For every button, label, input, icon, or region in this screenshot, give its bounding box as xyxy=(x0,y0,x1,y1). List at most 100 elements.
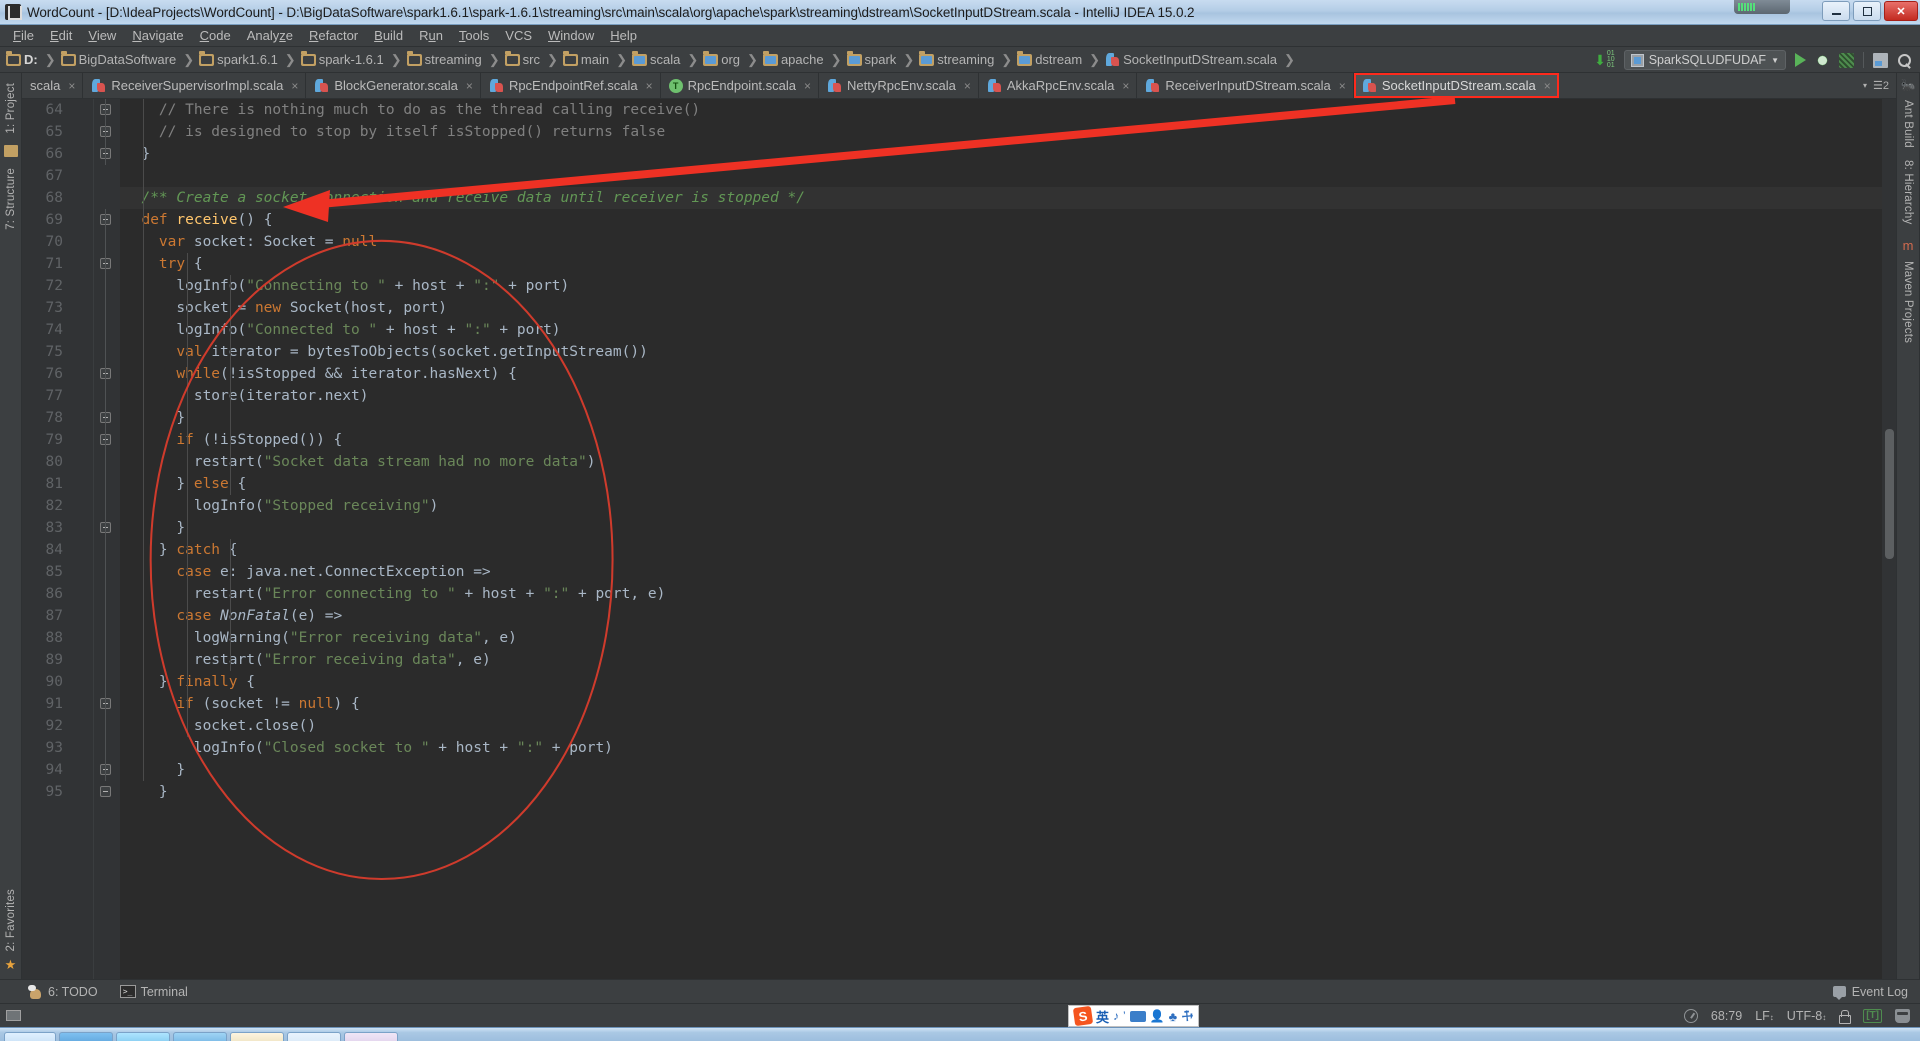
breadcrumb-item-bigdatasoftware[interactable]: BigDataSoftware ❯ xyxy=(60,50,199,68)
tool-window-bottom-bar[interactable]: 6: TODO >_ Terminal Event Log xyxy=(0,979,1920,1003)
fold-toggle-icon[interactable] xyxy=(100,786,111,797)
breadcrumb-item-socketinputdstream-scala[interactable]: SocketInputDStream.scala ❯ xyxy=(1105,52,1300,68)
menu-item-run[interactable]: Run xyxy=(411,26,451,45)
menu-item-code[interactable]: Code xyxy=(192,26,239,45)
search-everywhere-icon[interactable] xyxy=(1897,53,1912,68)
taskbar-item-1[interactable] xyxy=(59,1031,113,1041)
project-panel-icon[interactable] xyxy=(3,144,18,157)
tool-window-todo[interactable]: 6: TODO xyxy=(28,984,98,999)
ant-build-icon[interactable]: 🐜 xyxy=(1901,78,1916,92)
code-line[interactable]: store(iterator.next) xyxy=(120,385,1882,407)
code-line[interactable]: } finally { xyxy=(120,671,1882,693)
breadcrumb-item-spark1-6-1[interactable]: spark1.6.1 ❯ xyxy=(199,50,301,68)
taskbar-item-6[interactable] xyxy=(344,1031,398,1041)
editor-scrollbar-thumb[interactable] xyxy=(1885,429,1894,559)
code-text-area[interactable]: // There is nothing much to do as the th… xyxy=(120,99,1882,979)
taskbar-item-4[interactable] xyxy=(230,1031,284,1041)
close-icon[interactable]: × xyxy=(291,79,298,93)
close-icon[interactable]: × xyxy=(1122,79,1129,93)
debug-icon[interactable] xyxy=(1815,52,1830,68)
taskbar-item-2[interactable] xyxy=(116,1031,170,1041)
breadcrumb-item-dstream[interactable]: dstream ❯ xyxy=(1017,50,1105,68)
ime-mode-label[interactable]: 英 xyxy=(1096,1007,1109,1026)
attach-profiler-icon[interactable] xyxy=(1873,52,1888,68)
code-line[interactable]: restart("Error receiving data", e) xyxy=(120,649,1882,671)
close-icon[interactable]: × xyxy=(1544,79,1551,93)
breadcrumb-item-apache[interactable]: apache ❯ xyxy=(762,50,847,68)
close-icon[interactable]: × xyxy=(964,79,971,93)
close-icon[interactable]: × xyxy=(466,79,473,93)
status-bar-right[interactable]: 68:79 LF↕ UTF-8↕ [T] xyxy=(1683,1008,1920,1024)
status-bar[interactable]: S 英 ♪ ’ 👤 ♣ ⚒ 68:79 LF↕ UTF-8↕ [T] xyxy=(0,1003,1920,1027)
close-button[interactable]: ✕ xyxy=(1884,1,1918,21)
editor-tab-akkarpcenv-scala[interactable]: AkkaRpcEnv.scala × xyxy=(978,73,1138,98)
breadcrumb-item-scala[interactable]: scala ❯ xyxy=(631,50,703,68)
code-line[interactable]: restart("Error connecting to " + host + … xyxy=(120,583,1882,605)
code-line[interactable]: if (socket != null) { xyxy=(120,693,1882,715)
main-toolbar[interactable]: ⬇ 01 10 01 SparkSQLUDFUDAF ▼ xyxy=(1594,47,1912,73)
code-line[interactable]: } else { xyxy=(120,473,1882,495)
ime-toolbar[interactable]: S 英 ♪ ’ 👤 ♣ ⚒ xyxy=(1068,1005,1199,1027)
code-line[interactable]: logInfo("Stopped receiving") xyxy=(120,495,1882,517)
close-icon[interactable]: × xyxy=(68,79,75,93)
editor-tab-socketinputdstream-scala[interactable]: SocketInputDStream.scala × xyxy=(1353,73,1559,98)
translation-plugin-icon[interactable]: [T] xyxy=(1863,1008,1882,1023)
editor-tab-scala[interactable]: scala × xyxy=(22,73,84,98)
editor-tab-rpcendpointref-scala[interactable]: RpcEndpointRef.scala × xyxy=(480,73,661,98)
breadcrumb-item-d-[interactable]: D: ❯ xyxy=(6,50,61,68)
code-line[interactable]: } xyxy=(120,517,1882,539)
editor-tabs[interactable]: scala × ReceiverSupervisorImpl.scala × Block… xyxy=(22,73,1896,99)
sogou-logo-icon[interactable]: S xyxy=(1072,1005,1094,1027)
tab-list-icon[interactable]: ☰2 xyxy=(1873,79,1889,92)
memory-gauge-icon[interactable] xyxy=(1683,1008,1698,1023)
maximize-button[interactable] xyxy=(1853,1,1881,21)
keyboard-icon[interactable] xyxy=(1129,1010,1146,1022)
editor-tab-receiversupervisorimpl-scala[interactable]: ReceiverSupervisorImpl.scala × xyxy=(83,73,307,98)
line-separator[interactable]: LF↕ xyxy=(1755,1009,1774,1023)
editor-tabs-actions[interactable]: ▾ ☰2 xyxy=(1856,73,1896,98)
caret-position[interactable]: 68:79 xyxy=(1711,1009,1742,1023)
sidebar-item-hierarchy[interactable]: 8: Hierarchy xyxy=(1899,154,1917,230)
menu-item-file[interactable]: File xyxy=(5,26,42,45)
menu-item-navigate[interactable]: Navigate xyxy=(124,26,191,45)
breadcrumb-item-streaming[interactable]: streaming ❯ xyxy=(919,50,1017,68)
window-controls[interactable]: ✕ xyxy=(1822,1,1918,21)
chevron-down-icon[interactable]: ▾ xyxy=(1863,81,1867,90)
moon-icon[interactable]: ♪ xyxy=(1113,1009,1119,1023)
chevron-down-icon[interactable]: ▼ xyxy=(1771,56,1779,65)
breadcrumb-item-main[interactable]: main ❯ xyxy=(562,50,632,68)
code-editor[interactable]: 64 65 66 67 68 69 70 71 72 73 74 75 76 77 78 79 80 81 82 83… xyxy=(22,99,1896,979)
run-with-coverage-icon[interactable] xyxy=(1839,52,1854,68)
breadcrumb-item-org[interactable]: org ❯ xyxy=(703,50,763,68)
code-line[interactable]: while(!isStopped && iterator.hasNext) { xyxy=(120,363,1882,385)
navigation-bar[interactable]: D: ❯ BigDataSoftware ❯ spark1.6.1 ❯ spark-1.6.… xyxy=(0,47,1920,73)
sidebar-item-maven-projects[interactable]: Maven Projects xyxy=(1899,255,1917,349)
breadcrumb-item-src[interactable]: src ❯ xyxy=(504,50,563,68)
tool-window-event-log[interactable]: Event Log xyxy=(1832,985,1920,1000)
code-line[interactable]: logInfo("Connected to " + host + ":" + p… xyxy=(120,319,1882,341)
sidebar-item-favorites[interactable]: 2: Favorites xyxy=(2,883,20,957)
file-encoding[interactable]: UTF-8↕ xyxy=(1787,1009,1826,1023)
menu-item-view[interactable]: View xyxy=(80,26,124,45)
read-only-toggle-icon[interactable] xyxy=(1839,1009,1852,1024)
editor-tab-nettyrpcenv-scala[interactable]: NettyRpcEnv.scala × xyxy=(819,73,979,98)
code-line[interactable]: } xyxy=(120,781,1882,803)
sidebar-item-project[interactable]: 1: Project xyxy=(2,77,20,140)
menu-item-vcs[interactable]: VCS xyxy=(497,26,540,45)
code-line[interactable]: def receive() { xyxy=(120,209,1882,231)
code-line[interactable]: var socket: Socket = null xyxy=(120,231,1882,253)
menu-item-edit[interactable]: Edit xyxy=(42,26,80,45)
code-line[interactable]: case e: java.net.ConnectException => xyxy=(120,561,1882,583)
editor-tab-blockgenerator-scala[interactable]: BlockGenerator.scala × xyxy=(306,73,481,98)
run-icon[interactable] xyxy=(1795,53,1806,67)
code-line[interactable]: if (!isStopped()) { xyxy=(120,429,1882,451)
breadcrumb-item-streaming[interactable]: streaming ❯ xyxy=(406,50,505,68)
code-line[interactable]: val iterator = bytesToObjects(socket.get… xyxy=(120,341,1882,363)
tool-window-terminal[interactable]: >_ Terminal xyxy=(119,985,188,999)
skin-icon[interactable]: ♣ xyxy=(1169,1009,1178,1024)
menu-item-refactor[interactable]: Refactor xyxy=(301,26,366,45)
menu-item-tools[interactable]: Tools xyxy=(451,26,497,45)
code-line[interactable]: logWarning("Error receiving data", e) xyxy=(120,627,1882,649)
sidebar-item-ant-build[interactable]: Ant Build xyxy=(1899,94,1917,154)
taskbar-item-5[interactable] xyxy=(287,1031,341,1041)
